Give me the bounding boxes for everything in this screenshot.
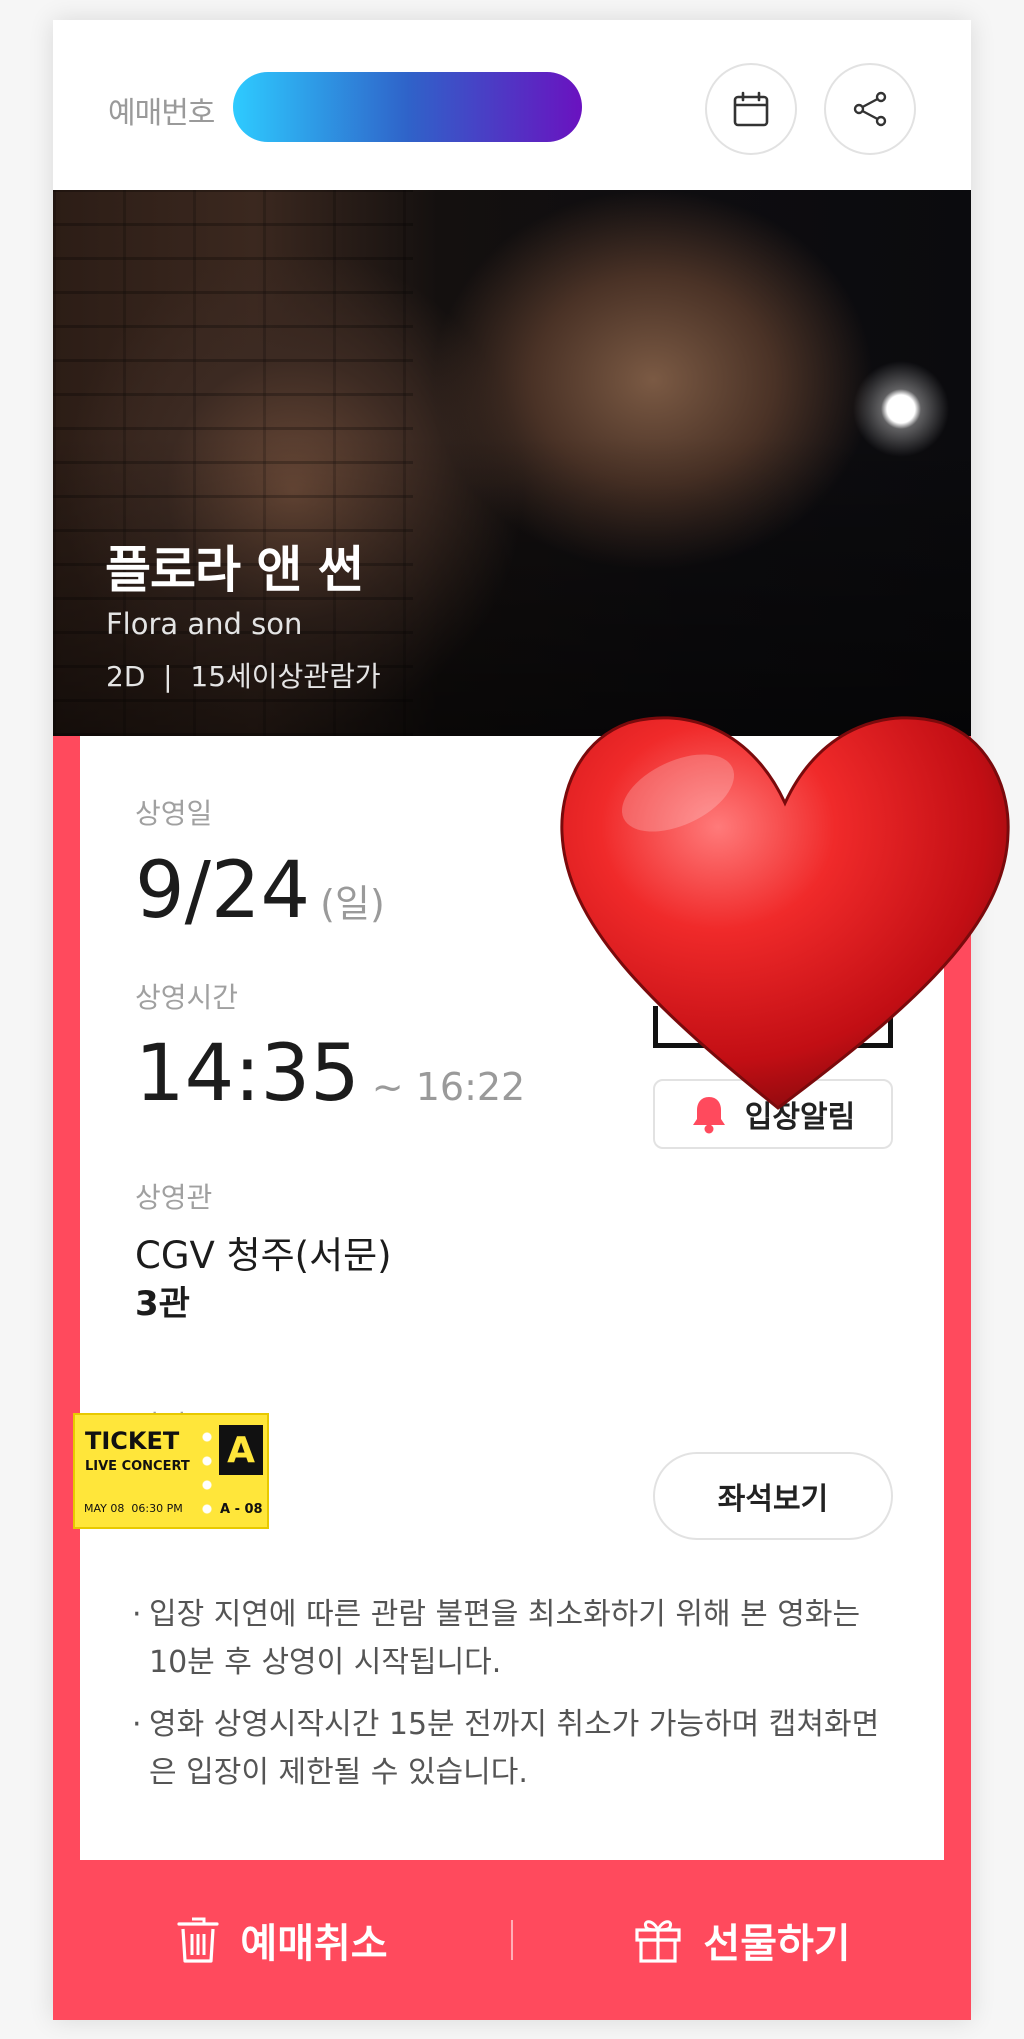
movie-title: 플로라 앤 썬 bbox=[105, 541, 364, 599]
trash-icon bbox=[177, 1917, 219, 1963]
sticker-perforation bbox=[202, 1425, 212, 1521]
date-label: 상영일 bbox=[135, 797, 213, 830]
ticket-header: 예매번호 bbox=[53, 20, 971, 190]
booking-number-label: 예매번호 bbox=[108, 96, 215, 131]
notice-list: 입장 지연에 따른 관람 불편을 최소화하기 위해 본 영화는 10분 후 상영… bbox=[132, 1591, 892, 1811]
share-icon bbox=[853, 91, 887, 127]
day-value: (일) bbox=[320, 882, 385, 926]
date-value: 9/24 bbox=[135, 846, 311, 936]
heart-sticker bbox=[560, 716, 1010, 1110]
calendar-button[interactable] bbox=[705, 63, 797, 155]
ticket-sticker: TICKET LIVE CONCERT A MAY 08 06:30 PM A … bbox=[73, 1413, 269, 1529]
theater-label: 상영관 bbox=[135, 1181, 213, 1214]
sticker-title: TICKET bbox=[85, 1427, 180, 1455]
gift-button[interactable]: 선물하기 bbox=[513, 1860, 971, 2020]
ticket-footer: 예매취소 선물하기 bbox=[53, 1860, 971, 2020]
seat-view-button[interactable]: 좌석보기 bbox=[653, 1452, 893, 1540]
sticker-seat: A - 08 bbox=[220, 1502, 263, 1517]
time-label: 상영시간 bbox=[135, 981, 239, 1014]
gift-label: 선물하기 bbox=[703, 1921, 851, 1967]
sticker-subtitle: LIVE CONCERT bbox=[85, 1459, 190, 1474]
hall-number: 3관 bbox=[135, 1284, 190, 1324]
cancel-booking-button[interactable]: 예매취소 bbox=[53, 1860, 511, 2020]
share-button[interactable] bbox=[824, 63, 916, 155]
notice-item: 영화 상영시작시간 15분 전까지 취소가 가능하며 캡쳐화면은 입장이 제한될… bbox=[132, 1701, 892, 1797]
screening-time: 14:35 ~ 16:22 bbox=[135, 1029, 525, 1119]
booking-number-redacted bbox=[233, 72, 582, 142]
time-end: ~ 16:22 bbox=[371, 1065, 526, 1109]
movie-english-title: Flora and son bbox=[106, 607, 303, 641]
movie-poster: 플로라 앤 썬 Flora and son 2D | 15세이상관람가 bbox=[53, 190, 971, 736]
sticker-date: MAY 08 06:30 PM bbox=[84, 1502, 183, 1515]
calendar-icon bbox=[733, 91, 769, 127]
time-start: 14:35 bbox=[135, 1029, 360, 1119]
gift-icon bbox=[635, 1920, 681, 1963]
screening-date: 9/24 (일) bbox=[135, 846, 385, 936]
theater-name: CGV 청주(서문) bbox=[135, 1234, 392, 1277]
sticker-letter: A bbox=[219, 1425, 263, 1475]
notice-item: 입장 지연에 따른 관람 불편을 최소화하기 위해 본 영화는 10분 후 상영… bbox=[132, 1591, 892, 1687]
movie-format-rating: 2D | 15세이상관람가 bbox=[106, 660, 381, 693]
cancel-booking-label: 예매취소 bbox=[240, 1921, 388, 1967]
